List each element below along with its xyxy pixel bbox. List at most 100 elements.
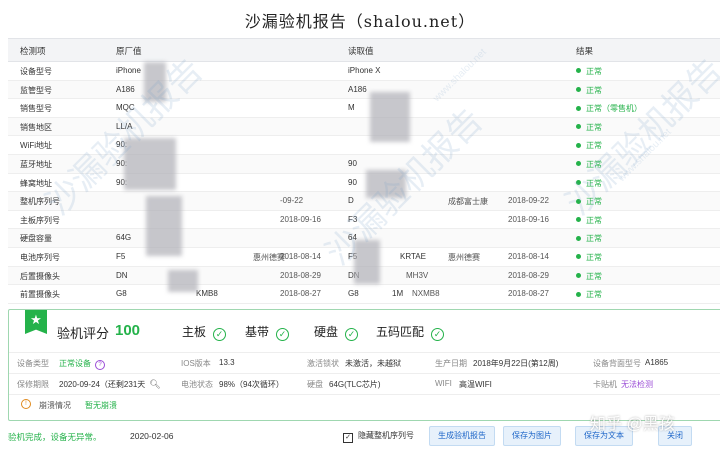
generate-report-button[interactable]: 生成验机报告: [429, 426, 495, 446]
header-item: 检测项: [20, 46, 46, 56]
row-read-value: F3: [348, 214, 358, 224]
ios-value: 13.3: [219, 358, 235, 367]
row-item: 设备型号: [20, 67, 52, 76]
warranty-label: 保修期限: [17, 380, 49, 389]
hide-serial-checkbox[interactable]: ✓ 隐藏整机序列号: [343, 430, 414, 443]
wifi-label: WIFI: [435, 379, 452, 388]
row-item: 整机序列号: [20, 197, 60, 207]
table-row: WiFi地址 90: 正常: [8, 136, 720, 155]
header-factory: 原厂值: [116, 46, 142, 56]
status-dot-icon: [576, 254, 581, 260]
row-item: 销售型号: [20, 104, 52, 114]
table-header: 检测项 原厂值 读取值 结果: [8, 38, 720, 62]
row-result-text: 正常: [586, 141, 602, 151]
row-read-value: iPhone X: [348, 66, 381, 75]
status-dot-icon: [576, 124, 581, 130]
warranty-value: 2020-09-24（还剩231天 🔍︎: [59, 379, 161, 389]
disk-value: 64G(TLC芯片): [329, 380, 381, 389]
header-result: 结果: [576, 46, 594, 56]
row-result-text: 正常: [586, 271, 602, 281]
row-factory-value: G8: [116, 289, 127, 299]
row-result: 正常（零售机）: [576, 103, 642, 114]
status-dot-icon: [576, 198, 581, 204]
info-row: 保修期限 2020-09-24（还剩231天 🔍︎ 电池状态 98%（94次循环）…: [9, 373, 720, 394]
status-dot-icon: [576, 68, 581, 74]
wifi-value: 高温WIFI: [459, 380, 492, 389]
table-row: 前置摄像头 G8 KMB8 2018-08-27 G8 1M NXMB8 2018-08-27…: [8, 285, 720, 304]
row-result: 正常: [576, 271, 602, 282]
search-icon[interactable]: 🔍︎: [149, 379, 160, 389]
device-type-label: 设备类型: [17, 359, 49, 368]
row-result: 正常: [576, 122, 602, 133]
sim-label: 卡贴机: [593, 380, 617, 389]
row-item: WiFi地址: [20, 141, 52, 151]
row-factory-date: 2018-08-14: [280, 251, 321, 261]
check-disk: 硬盘 ✓: [314, 323, 359, 341]
status-dot-icon: [576, 291, 581, 297]
back-model-value: A1865: [645, 358, 669, 367]
row-result-text: 正常: [586, 290, 602, 300]
status-dot-icon: [576, 105, 581, 111]
row-read-extra: 成都富士康: [448, 197, 488, 207]
row-factory-value: 64G: [116, 233, 132, 243]
row-item: 主板序列号: [20, 215, 60, 225]
blur-mask: [124, 138, 176, 190]
status-text: 验机完成，设备无异常。: [8, 432, 102, 442]
status-dot-icon: [576, 235, 581, 241]
row-result: 正常: [576, 66, 602, 77]
row-item: 后置摄像头: [20, 271, 60, 281]
row-read-value: 90: [348, 177, 357, 187]
check-circle-icon: ✓: [213, 328, 227, 341]
row-factory-date: 2018-08-29: [280, 270, 321, 280]
blur-mask: [146, 196, 182, 256]
blur-mask: [354, 240, 380, 284]
check-circle-icon: ✓: [345, 328, 359, 341]
help-icon[interactable]: ?: [95, 360, 105, 370]
row-factory-date: -09-22: [280, 196, 304, 206]
row-factory-date: 2018-08-27: [280, 289, 321, 299]
row-result-text: 正常: [586, 197, 602, 207]
row-result-text: 正常: [586, 122, 602, 132]
battery-value: 98%（94次循环）: [219, 380, 284, 389]
checkbox-icon[interactable]: ✓: [343, 433, 353, 443]
check-baseband: 基带 ✓: [245, 323, 290, 341]
info-grid: 设备类型 正常设备? IOS版本 13.3 激活锁状 未激活，未越狱 生产日期 …: [9, 352, 720, 415]
check-five-codes: 五码匹配 ✓: [376, 323, 445, 341]
save-image-button[interactable]: 保存为图片: [503, 426, 561, 446]
check-circle-icon: ✓: [431, 328, 445, 341]
crash-label: 崩溃情况: [39, 401, 71, 410]
table-row: 整机序列号 -09-22 D 成都富士康 2018-09-22 正常: [8, 192, 720, 211]
row-read-date: 2018-09-16: [508, 214, 549, 224]
table-row: 设备型号 iPhone iPhone X 正常: [8, 62, 720, 81]
table-row: 主板序列号 2018-09-16 F3 2018-09-16 正常: [8, 211, 720, 230]
back-model-label: 设备背面型号: [593, 359, 641, 368]
info-row: 设备类型 正常设备? IOS版本 13.3 激活锁状 未激活，未越狱 生产日期 …: [9, 352, 720, 373]
device-type-value: 正常设备?: [59, 358, 105, 370]
row-result-text: 正常: [586, 234, 602, 244]
table-row: 销售型号 MQC M 正常（零售机）: [8, 99, 720, 118]
row-read-date: 2018-08-29: [508, 270, 549, 280]
blur-mask: [168, 270, 198, 292]
status-dot-icon: [576, 272, 581, 278]
row-read-date: 2018-09-22: [508, 196, 549, 206]
report-title: 沙漏验机报告（shalou.net）: [244, 12, 476, 31]
row-result-text: 正常: [586, 178, 602, 188]
row-item: 监管型号: [20, 85, 52, 95]
table-row: 监管型号 A186 A186 正常: [8, 80, 720, 100]
row-result: 正常: [576, 159, 602, 170]
score-label: 验机评分: [57, 326, 110, 341]
status-dot-icon: [576, 179, 581, 185]
row-item: 电池序列号: [20, 252, 60, 262]
row-item: 销售地区: [20, 122, 52, 132]
row-factory-value: MQC: [116, 103, 135, 113]
row-factory-value: iPhone: [116, 66, 141, 75]
blur-mask: [370, 92, 410, 142]
warning-icon: !: [21, 399, 31, 409]
row-factory-value: LL/A: [116, 121, 133, 131]
sim-value: 无法检测: [621, 380, 653, 389]
row-result: 正常: [576, 215, 602, 226]
battery-label: 电池状态: [181, 380, 213, 389]
row-factory-value: F5: [116, 251, 126, 261]
row-result: 正常: [576, 140, 602, 151]
row-result-text: 正常: [586, 252, 602, 262]
